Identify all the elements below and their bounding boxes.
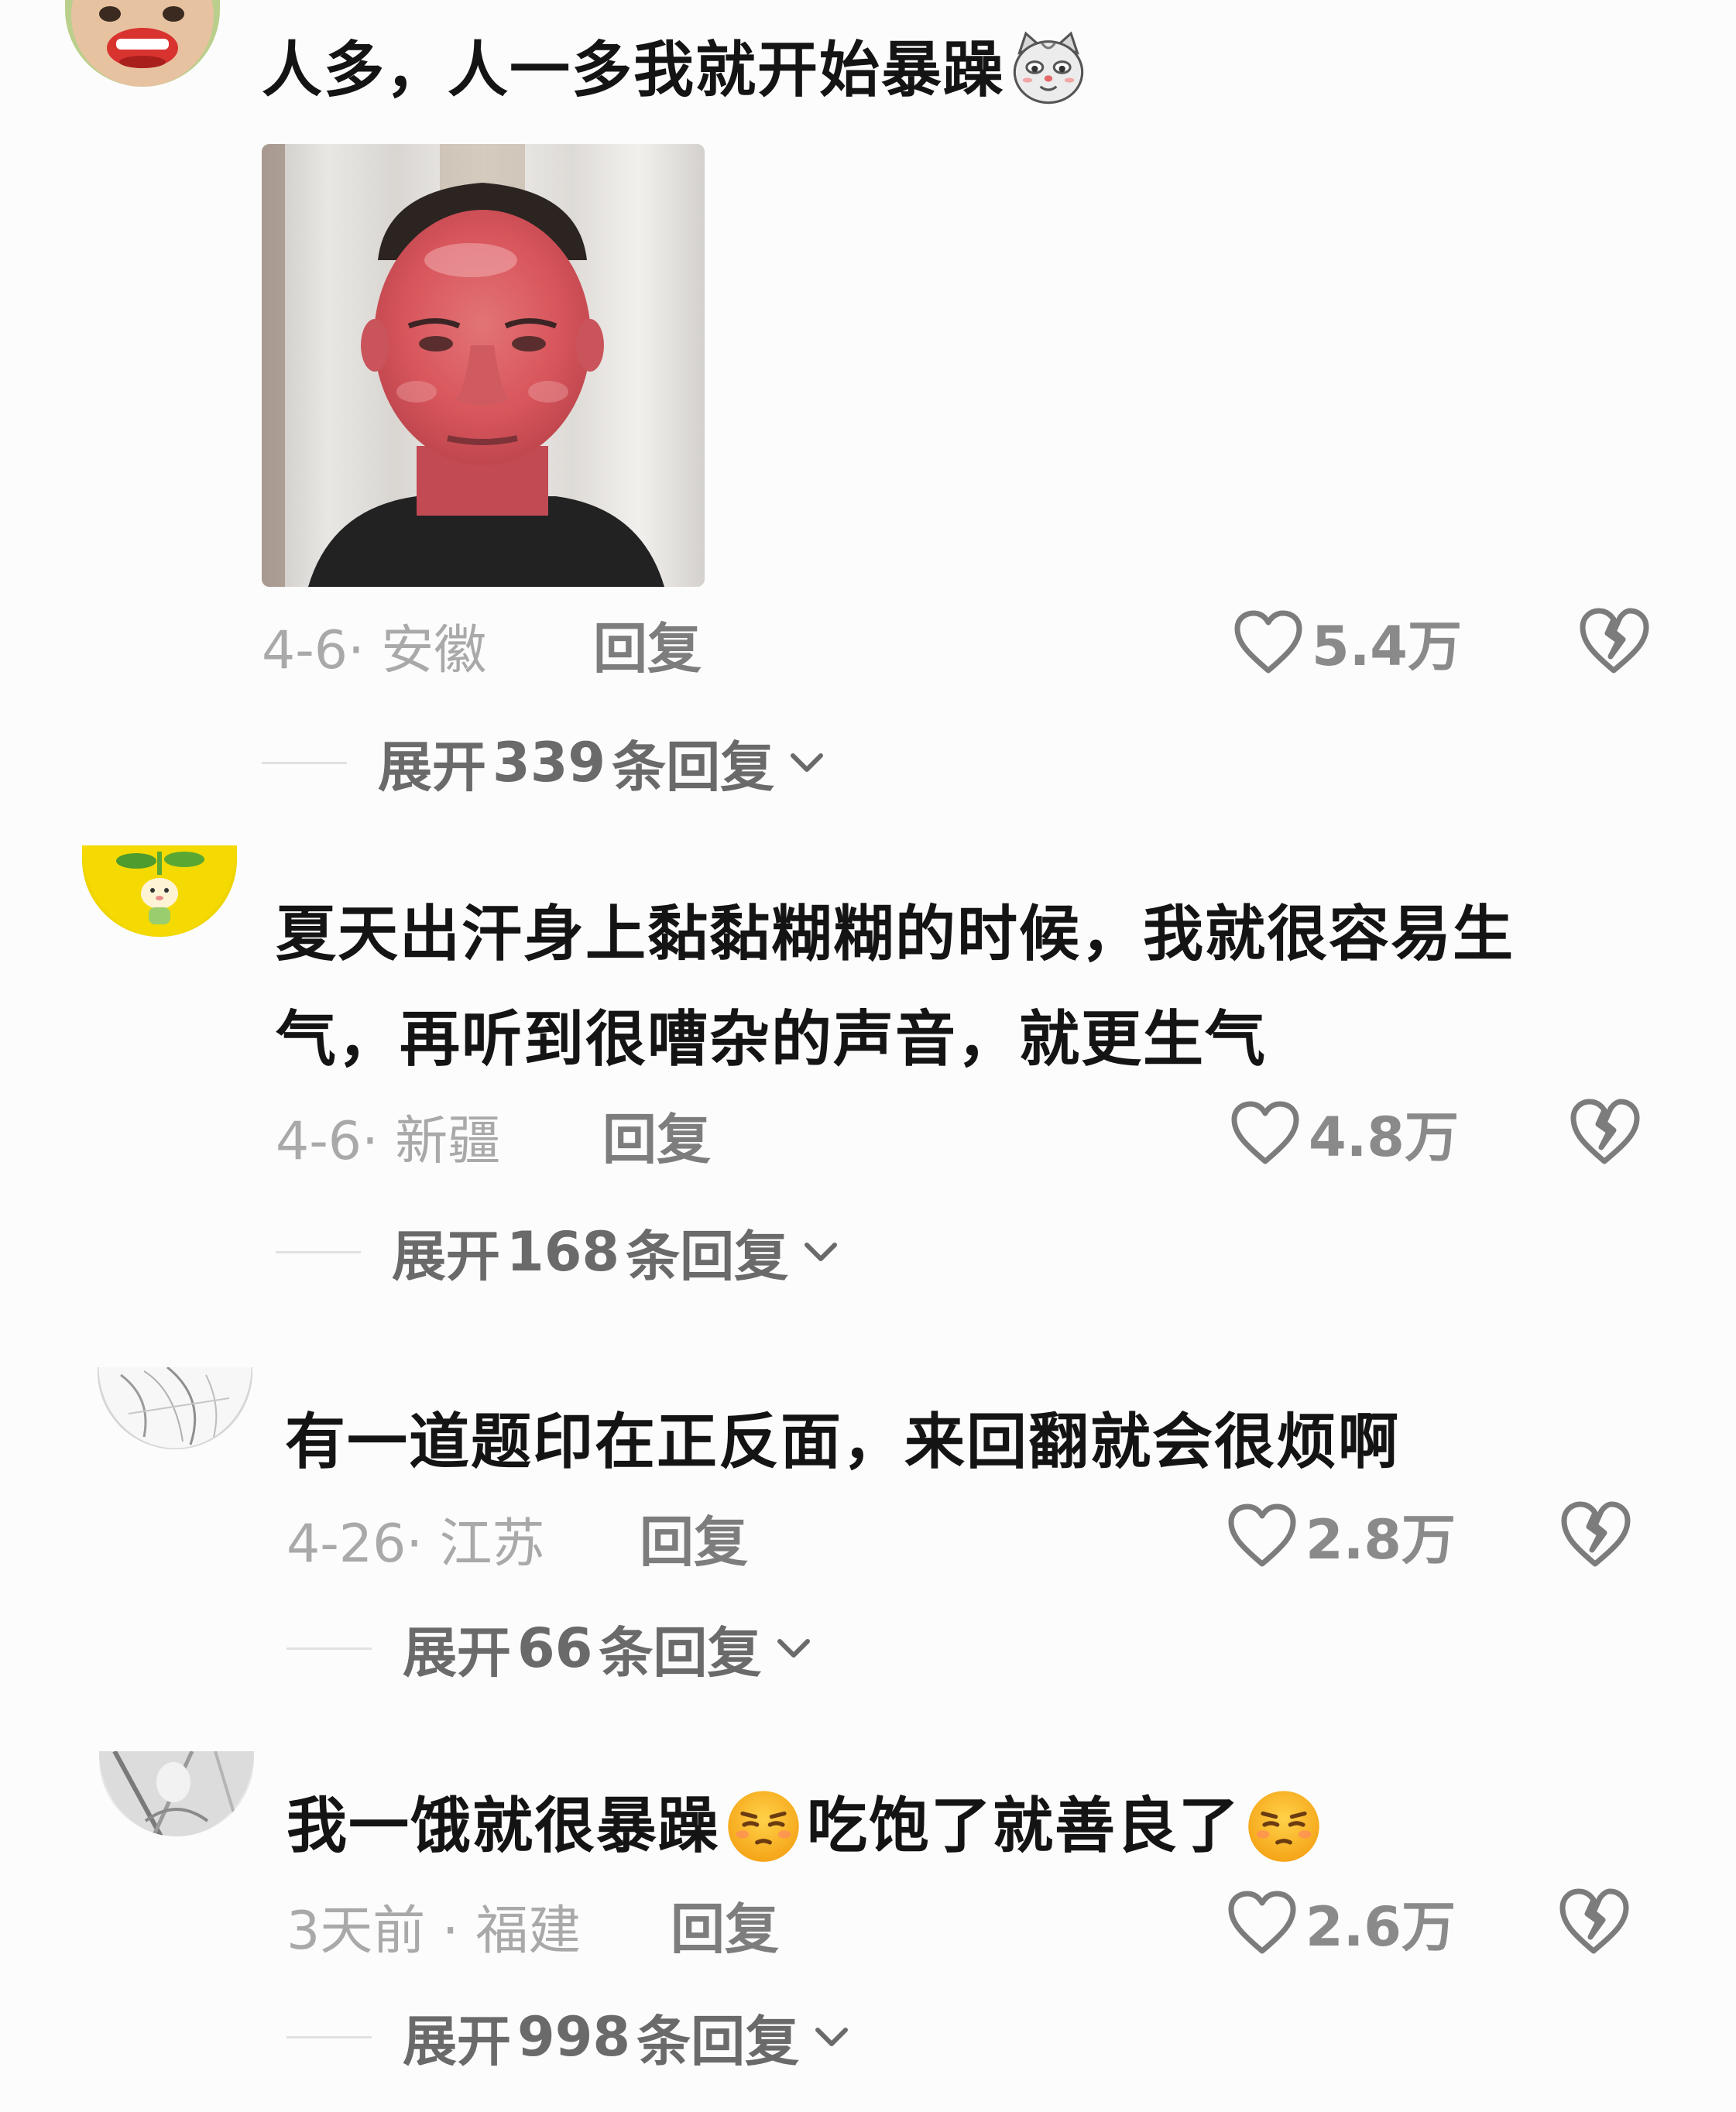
expand-count: 339 [492,731,606,794]
avatar[interactable] [65,0,220,87]
comment-text-line-1: 夏天出汗身上黏黏糊糊的时候，我就很容易生 [276,900,1515,969]
like-count: 2.6万 [1305,1894,1456,1959]
like-button[interactable]: 2.6万 [1227,1887,1456,1959]
expand-prefix: 展开 [403,1620,511,1685]
expand-replies-button[interactable]: 展开 66 条回复 [286,1613,812,1685]
chevron-down-icon [791,753,824,772]
expand-prefix: 展开 [378,735,486,799]
expand-suffix: 条回复 [599,1620,762,1685]
heart-outline-icon [1228,1891,1296,1954]
expand-suffix: 条回复 [636,2009,800,2073]
expand-prefix: 展开 [392,1224,500,1288]
comment-date-location: 4-6· 安徽 [262,620,487,681]
like-count: 5.4万 [1312,614,1463,678]
like-button[interactable]: 4.8万 [1230,1098,1459,1169]
expand-suffix: 条回复 [626,1224,789,1288]
heart-outline-icon [1228,1503,1296,1567]
annoyed-face-emoji [1248,1790,1319,1862]
expand-divider [286,2035,372,2038]
expand-replies-button[interactable]: 展开 998 条回复 [286,2002,850,2073]
broken-heart-icon[interactable] [1576,605,1651,675]
expand-count: 66 [517,1617,593,1680]
comment-image[interactable] [262,144,705,587]
avatar[interactable] [82,845,237,937]
expand-count: 168 [506,1220,620,1284]
comment-date-location: 3天前 · 福建 [286,1901,582,1962]
avatar[interactable] [99,1751,254,1836]
broken-heart-icon[interactable] [1556,1886,1631,1956]
like-button[interactable]: 5.4万 [1233,607,1462,678]
comment-text: 我一饿就很暴躁 吃饱了就善良了 [286,1774,1327,1878]
expand-divider [262,761,347,764]
heart-outline-icon [1234,610,1302,674]
comment-date-location: 4-6· 新疆 [276,1111,501,1172]
expand-divider [286,1647,372,1650]
reply-button[interactable]: 回复 [602,1096,711,1174]
chevron-down-icon [777,1639,811,1658]
expand-divider [276,1250,361,1253]
chevron-down-icon [815,2028,849,2046]
comment-list: 人多，人一多我就开始暴躁 4-6· 安徽 回复 5.4万 展开 339 条回复 … [0,0,1736,2112]
reply-button[interactable]: 回复 [640,1499,748,1577]
like-count: 4.8万 [1309,1105,1460,1169]
expand-replies-button[interactable]: 展开 339 条回复 [262,728,825,799]
broken-heart-icon[interactable] [1567,1096,1642,1166]
comment-text-line-2: 气，再听到很嘈杂的声音，就更生气 [276,1005,1268,1075]
chevron-down-icon [805,1243,838,1261]
heart-outline-icon [1231,1101,1299,1164]
cat-smirk-emoji [1013,31,1084,104]
expand-count: 998 [517,2005,631,2069]
expand-suffix: 条回复 [612,735,775,799]
annoyed-face-emoji [728,1790,799,1862]
comment-text: 人多，人一多我就开始暴躁 [262,19,1092,122]
reply-button[interactable]: 回复 [671,1886,779,1964]
comment-text: 有一道题印在正反面，来回翻就会很烦啊 [285,1407,1401,1477]
reply-button[interactable]: 回复 [593,605,702,684]
broken-heart-icon[interactable] [1558,1499,1632,1569]
like-count: 2.8万 [1305,1507,1456,1572]
like-button[interactable]: 2.8万 [1227,1500,1456,1572]
avatar[interactable] [98,1367,252,1449]
comment-date-location: 4-26· 江苏 [286,1514,545,1575]
expand-prefix: 展开 [403,2009,511,2073]
expand-replies-button[interactable]: 展开 168 条回复 [276,1217,839,1288]
